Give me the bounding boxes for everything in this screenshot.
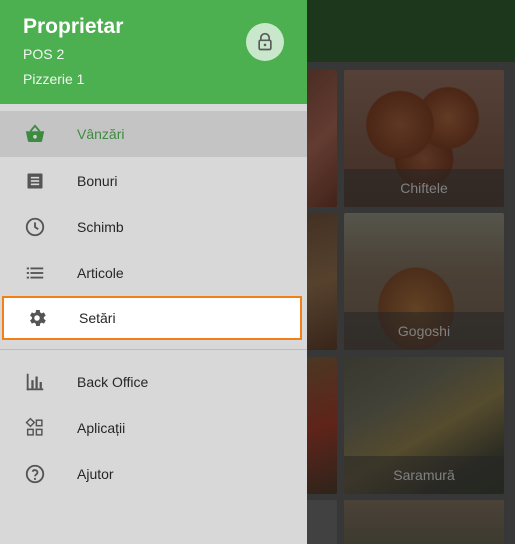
user-role: Proprietar xyxy=(23,15,124,38)
drawer-header: Proprietar POS 2 Pizzerie 1 xyxy=(0,0,307,104)
lock-icon xyxy=(258,32,272,51)
bar-chart-icon xyxy=(24,371,46,393)
menu-item-sales[interactable]: Vânzări xyxy=(0,111,307,157)
menu-item-label: Schimb xyxy=(77,219,124,235)
receipt-icon xyxy=(24,170,46,192)
help-icon xyxy=(24,463,46,485)
menu-item-help[interactable]: Ajutor xyxy=(0,451,307,497)
list-icon xyxy=(24,262,46,284)
menu-item-label: Bonuri xyxy=(77,173,118,189)
menu-item-items[interactable]: Articole xyxy=(0,250,307,296)
menu-item-label: Back Office xyxy=(77,374,149,390)
gear-icon xyxy=(26,307,48,329)
menu-item-label: Setări xyxy=(79,310,116,326)
basket-icon xyxy=(24,123,46,145)
menu-item-settings[interactable]: Setări xyxy=(2,296,302,340)
menu-item-label: Ajutor xyxy=(77,466,114,482)
menu-item-apps[interactable]: Aplicații xyxy=(0,405,307,451)
menu-item-label: Articole xyxy=(77,265,124,281)
apps-icon xyxy=(24,417,46,439)
menu-item-shift[interactable]: Schimb xyxy=(0,204,307,250)
menu-item-label: Aplicații xyxy=(77,420,126,436)
store-name: Pizzerie 1 xyxy=(23,71,85,87)
menu-item-receipts[interactable]: Bonuri xyxy=(0,158,307,204)
menu-item-label: Vânzări xyxy=(77,126,125,142)
menu-divider xyxy=(0,349,307,350)
drawer-scrim[interactable] xyxy=(307,0,515,544)
lock-button[interactable] xyxy=(246,23,284,61)
menu-item-back-office[interactable]: Back Office xyxy=(0,359,307,405)
clock-icon xyxy=(24,216,46,238)
navigation-drawer: Proprietar POS 2 Pizzerie 1 Vânzări Bonu… xyxy=(0,0,307,544)
pos-name: POS 2 xyxy=(23,46,65,62)
